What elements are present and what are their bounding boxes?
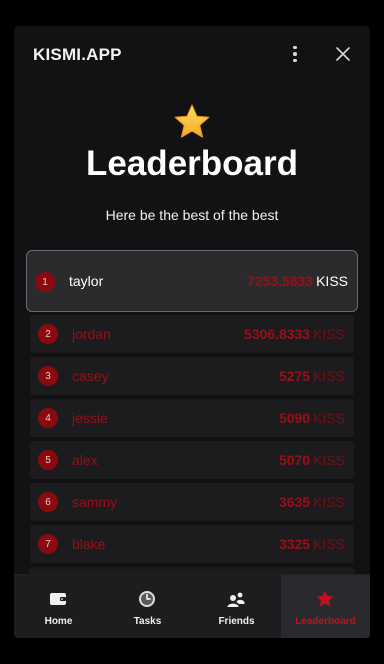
friends-icon — [227, 592, 245, 607]
app-window: KISMI.APP Leaderboard Here be the best o… — [14, 26, 370, 638]
nav-label: Home — [44, 616, 73, 627]
player-name: jessie — [72, 410, 108, 426]
dot-icon — [293, 58, 297, 63]
score-unit: KISS — [313, 368, 345, 384]
player-score: 5275 KISS — [279, 368, 345, 384]
score-value: 3635 — [278, 494, 311, 510]
leaderboard-row[interactable]: 4 jessie 5090 KISS — [30, 399, 354, 437]
rank-badge: 5 — [38, 450, 58, 470]
star-icon — [316, 590, 334, 607]
score-unit: KISS — [316, 273, 348, 289]
player-score: 3325 KISS — [279, 536, 345, 552]
score-value: 5070 — [278, 452, 311, 468]
player-score: 5090 KISS — [279, 410, 345, 426]
nav-item-home[interactable]: Home — [14, 575, 103, 638]
page-title: Leaderboard — [86, 144, 298, 183]
nav-label: Friends — [218, 616, 255, 627]
rank-badge: 4 — [38, 408, 58, 428]
score-unit: KISS — [313, 494, 345, 510]
score-unit: KISS — [313, 536, 345, 552]
player-name: taylor — [69, 273, 104, 289]
score-value: 5090 — [278, 410, 311, 426]
rank-badge: 7 — [38, 534, 58, 554]
player-score: 5306.8333 KISS — [244, 326, 345, 342]
player-score: 3635 KISS — [279, 494, 345, 510]
nav-label: Tasks — [133, 616, 162, 627]
leaderboard-row[interactable]: 3 casey 5275 KISS — [30, 357, 354, 395]
player-name: sammy — [72, 494, 118, 510]
more-menu-button[interactable] — [286, 43, 304, 65]
nav-item-tasks[interactable]: Tasks — [103, 575, 192, 638]
dot-icon — [293, 52, 297, 56]
rank-badge: 1 — [35, 272, 55, 292]
dot-icon — [293, 45, 297, 50]
player-name: blake — [72, 536, 106, 552]
score-value: 5306.8333 — [243, 326, 311, 342]
player-name: alex — [72, 452, 98, 468]
score-value: 5275 — [278, 368, 311, 384]
score-value: 7253.5833 — [246, 273, 314, 289]
leaderboard-row-current-user[interactable]: 1 taylor 7253.5833 KISS — [26, 250, 358, 312]
app-title: KISMI.APP — [33, 45, 122, 64]
bottom-nav: Home Tasks Friends Leaderboard — [14, 574, 370, 638]
nav-label: Leaderboard — [295, 616, 356, 627]
leaderboard-row[interactable]: 6 sammy 3635 KISS — [30, 483, 354, 521]
nav-item-friends[interactable]: Friends — [192, 575, 281, 638]
score-unit: KISS — [313, 326, 345, 342]
score-unit: KISS — [313, 452, 345, 468]
player-name: casey — [72, 368, 109, 384]
star-icon — [174, 104, 210, 138]
leaderboard-row[interactable]: 2 jordan 5306.8333 KISS — [30, 315, 354, 353]
player-name: jordan — [72, 326, 111, 342]
leaderboard-row[interactable]: 5 alex 5070 KISS — [30, 441, 354, 479]
score-unit: KISS — [313, 410, 345, 426]
player-score: 7253.5833 KISS — [247, 273, 348, 289]
rank-badge: 3 — [38, 366, 58, 386]
nav-item-leaderboard[interactable]: Leaderboard — [281, 575, 370, 638]
close-icon[interactable] — [334, 45, 352, 63]
page-subtitle: Here be the best of the best — [105, 207, 279, 223]
rank-badge: 6 — [38, 492, 58, 512]
wallet-icon — [50, 593, 66, 605]
clock-icon — [139, 591, 155, 607]
score-value: 3325 — [278, 536, 311, 552]
header: KISMI.APP — [14, 26, 370, 84]
player-score: 5070 KISS — [279, 452, 345, 468]
rank-badge: 2 — [38, 324, 58, 344]
leaderboard-row[interactable]: 7 blake 3325 KISS — [30, 525, 354, 563]
